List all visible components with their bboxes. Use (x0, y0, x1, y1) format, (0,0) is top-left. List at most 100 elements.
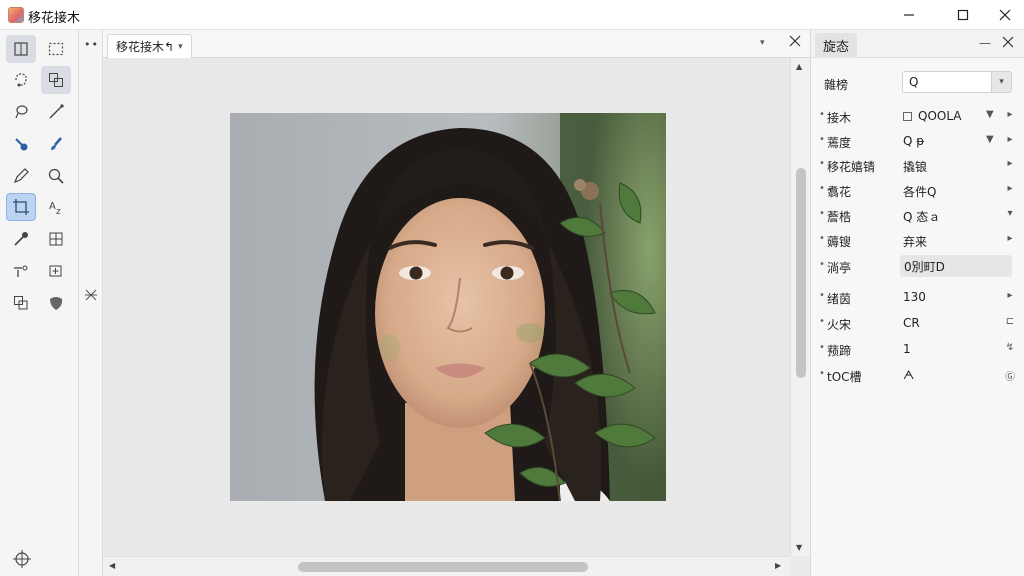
blob-tool[interactable] (41, 289, 71, 317)
path-tool[interactable] (6, 257, 36, 285)
property-row[interactable]: • 移花嬉锖 撬锒 ▸ (811, 155, 1024, 177)
property-row[interactable]: • 蓣蹄 1 ↯ (811, 339, 1024, 361)
move-tool[interactable] (6, 35, 36, 63)
maximize-button[interactable] (940, 0, 986, 30)
horizontal-scrollbar[interactable]: ◀ ▶ (103, 556, 790, 576)
property-row[interactable]: • 薝梏 Q 态ａ ▾ (811, 205, 1024, 227)
pencil-tool[interactable] (6, 162, 36, 190)
transform-tool[interactable] (41, 225, 71, 253)
property-row[interactable]: • 火宋 CR ⊏ (811, 313, 1024, 335)
scroll-right-icon[interactable]: ▶ (775, 561, 781, 570)
heal-tool[interactable] (6, 130, 36, 158)
scroll-down-icon[interactable]: ▼ (796, 543, 802, 552)
property-label: 接木 (827, 111, 852, 125)
property-row[interactable]: • 薅锼 弃来 ▸ (811, 230, 1024, 252)
horizontal-scroll-thumb[interactable] (298, 562, 588, 572)
expand-arrow-icon[interactable]: ↯ (1004, 342, 1016, 353)
maximize-icon (957, 9, 969, 21)
target-button[interactable] (12, 549, 32, 569)
property-row[interactable]: • tOC槽 ᗅ Ⓖ (811, 365, 1024, 387)
vertical-scrollbar[interactable]: ▲ ▼ (790, 58, 810, 556)
minimize-button[interactable] (886, 0, 932, 30)
property-row[interactable]: • 接木 QOOLA ▼ ▸ (811, 106, 1024, 128)
lasso-tool[interactable] (6, 98, 36, 126)
add-anchor-tool[interactable] (41, 257, 71, 285)
dropdown-arrow-icon[interactable]: ▼ (986, 134, 994, 145)
eyedropper-tool[interactable] (6, 225, 36, 253)
property-value-text: 弃来 (903, 235, 928, 249)
brush-tool[interactable] (41, 130, 71, 158)
object-select-icon (49, 73, 63, 87)
lasso-select-tool[interactable] (6, 66, 36, 94)
scroll-up-icon[interactable]: ▲ (796, 62, 802, 71)
property-value-text: CR (903, 316, 920, 330)
property-label: 翥花 (827, 185, 852, 199)
document-tabbar: 移花接木↰ ▾ ▾ (103, 30, 810, 58)
expand-arrow-icon[interactable]: ▸ (1004, 134, 1016, 145)
property-label: 薅锼 (827, 235, 852, 249)
canvas[interactable] (103, 58, 790, 556)
toolbox: Az (0, 30, 79, 576)
shape-tool-icon (14, 296, 28, 310)
property-label: 蔫度 (827, 136, 852, 150)
panel-header: 旋态 — (811, 30, 1024, 58)
expand-arrow-icon[interactable]: ▸ (1004, 233, 1016, 244)
bullet-icon: • (819, 158, 825, 169)
expand-arrow-icon[interactable]: ▸ (1004, 183, 1016, 194)
document-tab-label: 移花接木↰ (116, 40, 175, 54)
expand-arrow-icon[interactable]: Ⓖ (1004, 368, 1016, 383)
shape-tool[interactable] (6, 289, 36, 317)
chevron-down-icon[interactable]: ▾ (178, 42, 183, 52)
property-input[interactable]: 0別町D (900, 255, 1012, 277)
panel-minimize-button[interactable]: — (979, 36, 991, 50)
portrait-image[interactable] (230, 113, 666, 501)
bullet-icon: • (819, 134, 825, 145)
tab-menu-icon[interactable]: ▾ (760, 38, 765, 48)
property-row[interactable]: • 淌亭 0別町D (811, 255, 1024, 278)
brush-icon (51, 137, 62, 150)
property-value-text: Q ᵽ (903, 134, 925, 148)
zoom-tool[interactable] (41, 162, 71, 190)
blob-tool-icon (50, 297, 63, 310)
property-row[interactable]: • 绪茵 130 ▸ (811, 287, 1024, 309)
rect-select-tool[interactable] (41, 35, 71, 63)
crop-tool[interactable] (6, 193, 36, 221)
preset-select[interactable]: Q ▾ (902, 71, 1012, 93)
bullet-icon: • (819, 183, 825, 194)
property-value: 各件Q (903, 183, 936, 200)
panel-close-button[interactable] (1002, 36, 1014, 51)
property-value: Q 态ａ (903, 208, 940, 225)
chevron-down-icon[interactable]: ▾ (991, 72, 1011, 92)
property-value: QOOLA (903, 109, 962, 123)
property-value: Q ᵽ (903, 134, 924, 148)
title-bar: 移花接木 (0, 0, 1024, 30)
panel-strip: •• (79, 30, 103, 576)
more-dots-icon[interactable]: •• (84, 38, 99, 51)
add-anchor-icon (49, 265, 62, 277)
object-select-tool[interactable] (41, 66, 71, 94)
line-tool[interactable] (41, 98, 71, 126)
close-document-button[interactable] (789, 35, 801, 50)
property-value: ᗅ (903, 368, 914, 383)
property-row[interactable]: • 翥花 各件Q ▸ (811, 180, 1024, 202)
collapse-button[interactable] (84, 288, 98, 305)
expand-arrow-icon[interactable]: ▸ (1004, 290, 1016, 301)
close-button[interactable] (982, 0, 1024, 30)
property-label: 火宋 (827, 318, 852, 332)
text-tool[interactable]: Az (41, 193, 71, 221)
expand-arrow-icon[interactable]: ▸ (1004, 109, 1016, 120)
document-tab[interactable]: 移花接木↰ ▾ (107, 34, 192, 58)
vertical-scroll-thumb[interactable] (796, 168, 806, 378)
heal-icon (15, 138, 28, 151)
panel-tab[interactable]: 旋态 (815, 33, 858, 58)
expand-arrow-icon[interactable]: ▸ (1004, 158, 1016, 169)
scroll-left-icon[interactable]: ◀ (109, 561, 115, 570)
expand-arrow-icon[interactable]: ⊏ (1004, 316, 1016, 327)
property-row[interactable]: • 蔫度 Q ᵽ ▼ ▸ (811, 131, 1024, 153)
bullet-icon: • (819, 342, 825, 353)
property-value-text: 130 (903, 290, 926, 304)
minimize-icon (904, 14, 914, 16)
expand-arrow-icon[interactable]: ▾ (1004, 208, 1016, 219)
collapse-icon (85, 289, 97, 301)
dropdown-arrow-icon[interactable]: ▼ (986, 109, 994, 120)
